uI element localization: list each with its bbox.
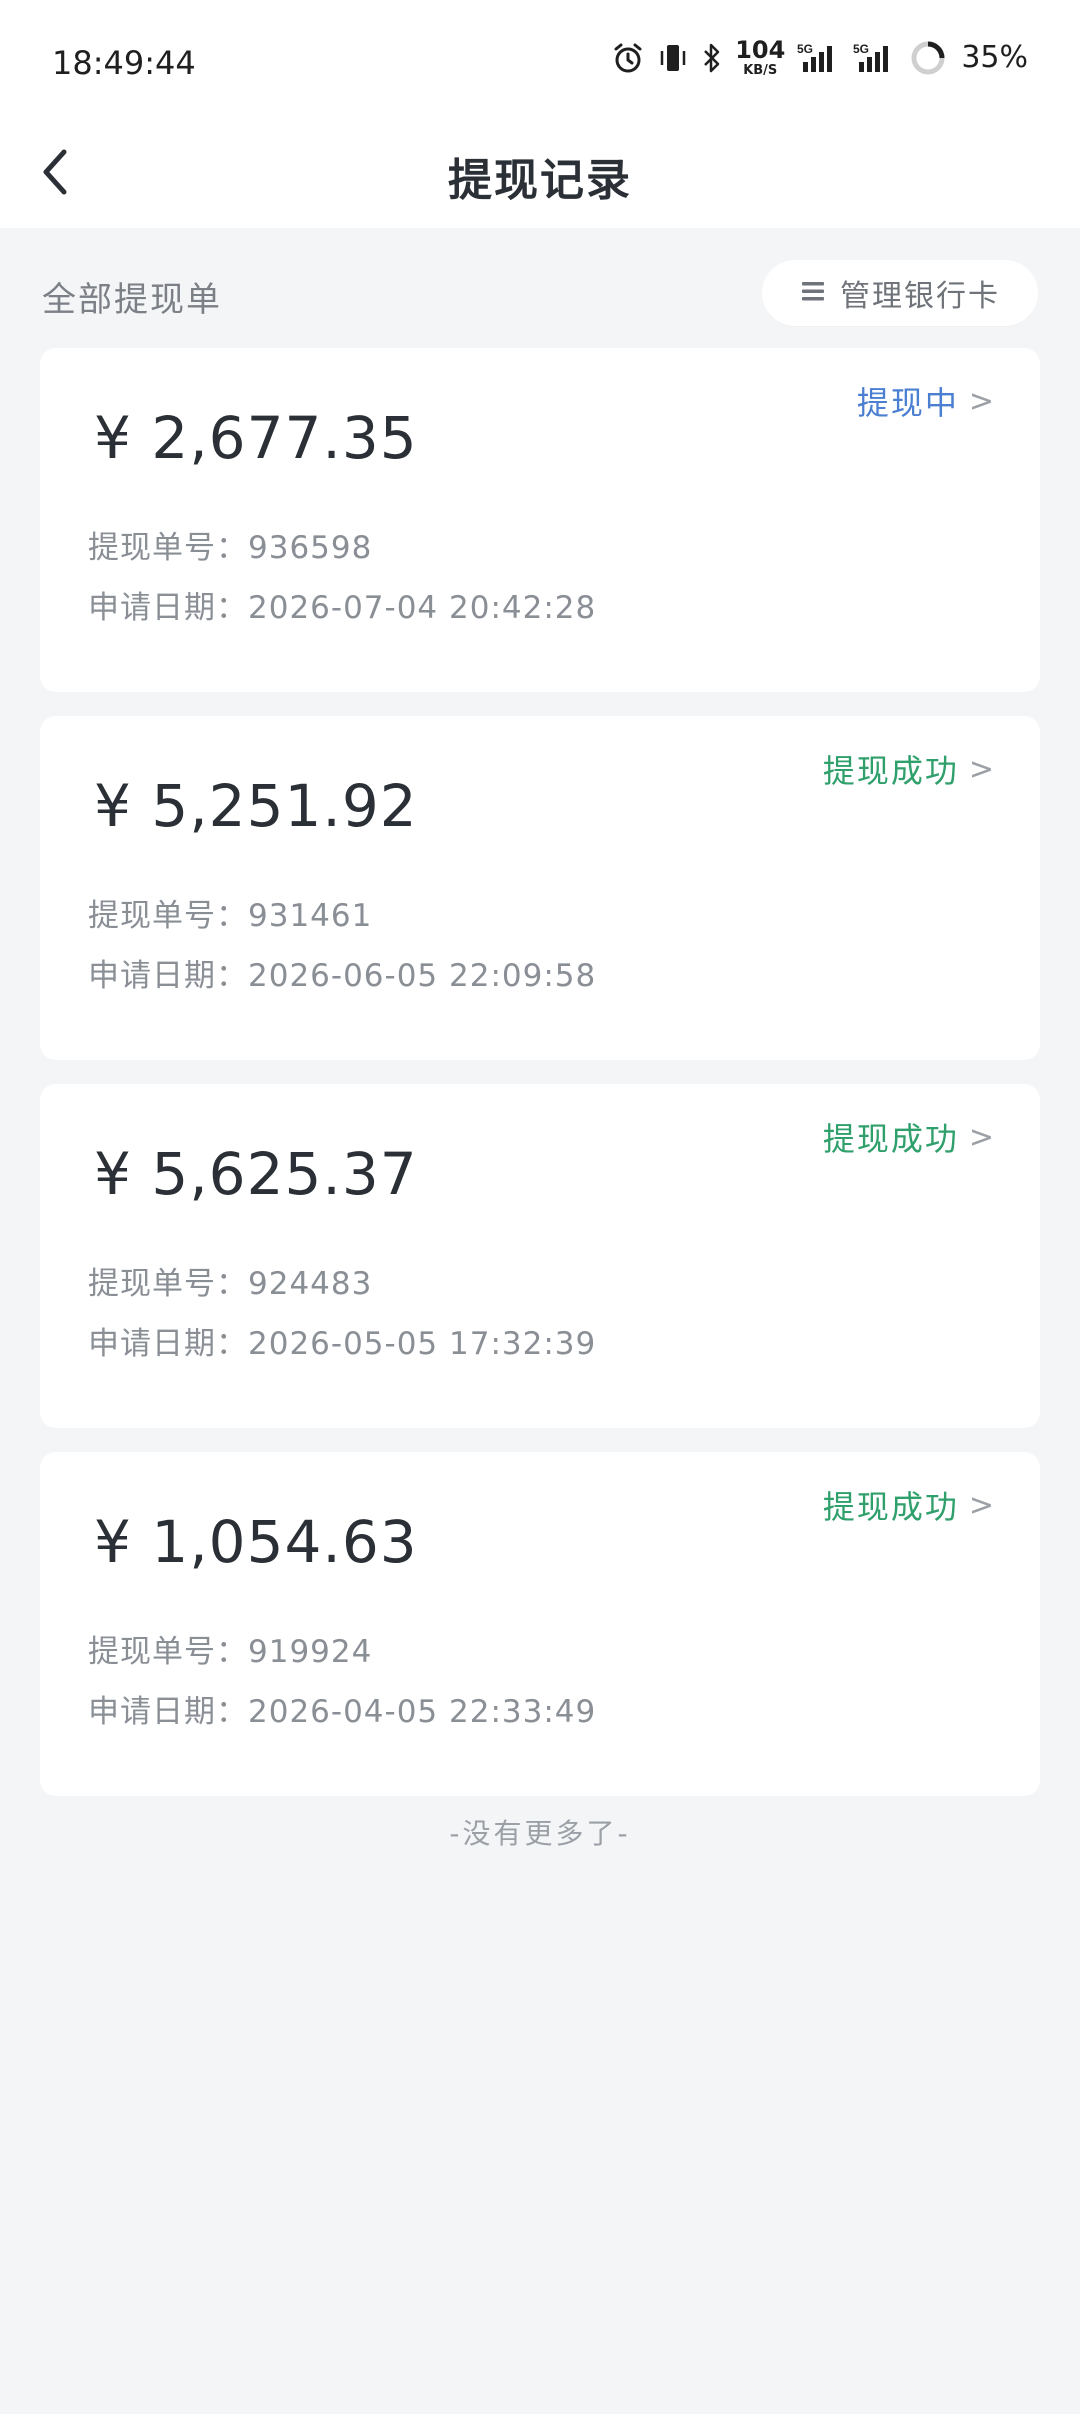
battery-ring-icon [909,39,947,77]
vibrate-icon [657,41,689,75]
alarm-icon [611,41,645,75]
chevron-right-icon: > [968,1119,996,1155]
apply-date-label: 申请日期： [88,958,248,994]
no-more-indicator: -没有更多了- [449,1817,631,1850]
withdrawal-card[interactable]: 提现成功 > ¥ 5,251.92 提现单号：931461 申请日期：2026-… [40,716,1040,1060]
withdrawal-status-link[interactable]: 提现成功 > [823,1114,996,1160]
apply-date-value: 2026-05-05 17:32:39 [248,1326,597,1362]
signal-5g-icon-2: 5G [853,40,897,76]
apply-date-row: 申请日期：2026-06-05 22:09:58 [88,950,596,995]
filter-title: 全部提现单 [42,280,222,320]
order-number-value: 924483 [248,1266,373,1302]
apply-date-row: 申请日期：2026-04-05 22:33:49 [88,1686,596,1731]
signal-5g-icon: 5G [797,40,841,76]
manage-bank-card-label: 管理银行卡 [840,279,1000,314]
withdrawal-amount: ¥ 5,625.37 [94,1140,418,1208]
battery-percent: 35% [961,40,1028,75]
svg-text:5G: 5G [853,42,869,56]
order-number-label: 提现单号： [88,898,248,934]
apply-date-row: 申请日期：2026-07-04 20:42:28 [88,582,596,627]
svg-text:5G: 5G [797,42,813,56]
order-number-row: 提现单号：919924 [88,1626,372,1671]
order-number-label: 提现单号： [88,1634,248,1670]
withdrawal-card[interactable]: 提现成功 > ¥ 5,625.37 提现单号：924483 申请日期：2026-… [40,1084,1040,1428]
bluetooth-icon [701,41,723,75]
apply-date-label: 申请日期： [88,1694,248,1730]
manage-bank-card-button[interactable]: 管理银行卡 [762,260,1038,326]
withdrawal-status-link[interactable]: 提现成功 > [823,746,996,792]
menu-icon [800,276,826,311]
withdrawal-amount: ¥ 5,251.92 [94,772,418,840]
order-number-row: 提现单号：931461 [88,890,372,935]
order-number-label: 提现单号： [88,1266,248,1302]
page-title: 提现记录 [448,155,632,206]
withdrawal-status: 提现中 [856,384,959,422]
order-number-row: 提现单号：924483 [88,1258,372,1303]
chevron-right-icon: > [968,751,996,787]
withdrawal-card[interactable]: 提现成功 > ¥ 1,054.63 提现单号：919924 申请日期：2026-… [40,1452,1040,1796]
withdrawal-status-link[interactable]: 提现中 > [857,378,996,424]
withdrawal-status: 提现成功 [822,1488,959,1526]
chevron-right-icon: > [968,1487,996,1523]
chevron-right-icon: > [968,383,996,419]
order-number-value: 919924 [248,1634,373,1670]
withdrawal-list: 提现中 > ¥ 2,677.35 提现单号：936598 申请日期：2026-0… [40,348,1040,1820]
order-number-value: 936598 [248,530,373,566]
apply-date-value: 2026-04-05 22:33:49 [248,1694,597,1730]
top-navigation-bar: 提现记录 [0,120,1080,228]
network-speed: 104 KB/S [735,36,786,78]
order-number-label: 提现单号： [88,530,248,566]
order-number-value: 931461 [248,898,373,934]
withdrawal-amount: ¥ 2,677.35 [94,404,418,472]
apply-date-label: 申请日期： [88,1326,248,1362]
apply-date-value: 2026-06-05 22:09:58 [248,958,597,994]
withdrawal-status-link[interactable]: 提现成功 > [823,1482,996,1528]
order-number-row: 提现单号：936598 [88,522,372,567]
status-icons: 104 KB/S 5G 5G 35% [611,38,1028,77]
apply-date-value: 2026-07-04 20:42:28 [248,590,597,626]
filter-row: 全部提现单 管理银行卡 [0,228,1080,348]
apply-date-row: 申请日期：2026-05-05 17:32:39 [88,1318,596,1363]
withdrawal-card[interactable]: 提现中 > ¥ 2,677.35 提现单号：936598 申请日期：2026-0… [40,348,1040,692]
apply-date-label: 申请日期： [88,590,248,626]
withdrawal-amount: ¥ 1,054.63 [94,1508,418,1576]
withdrawal-status: 提现成功 [822,1120,959,1158]
status-bar: 18:49:44 104 KB/S 5G 5G 35% [0,0,1080,120]
withdrawal-status: 提现成功 [822,752,959,790]
status-time: 18:49:44 [52,44,196,82]
